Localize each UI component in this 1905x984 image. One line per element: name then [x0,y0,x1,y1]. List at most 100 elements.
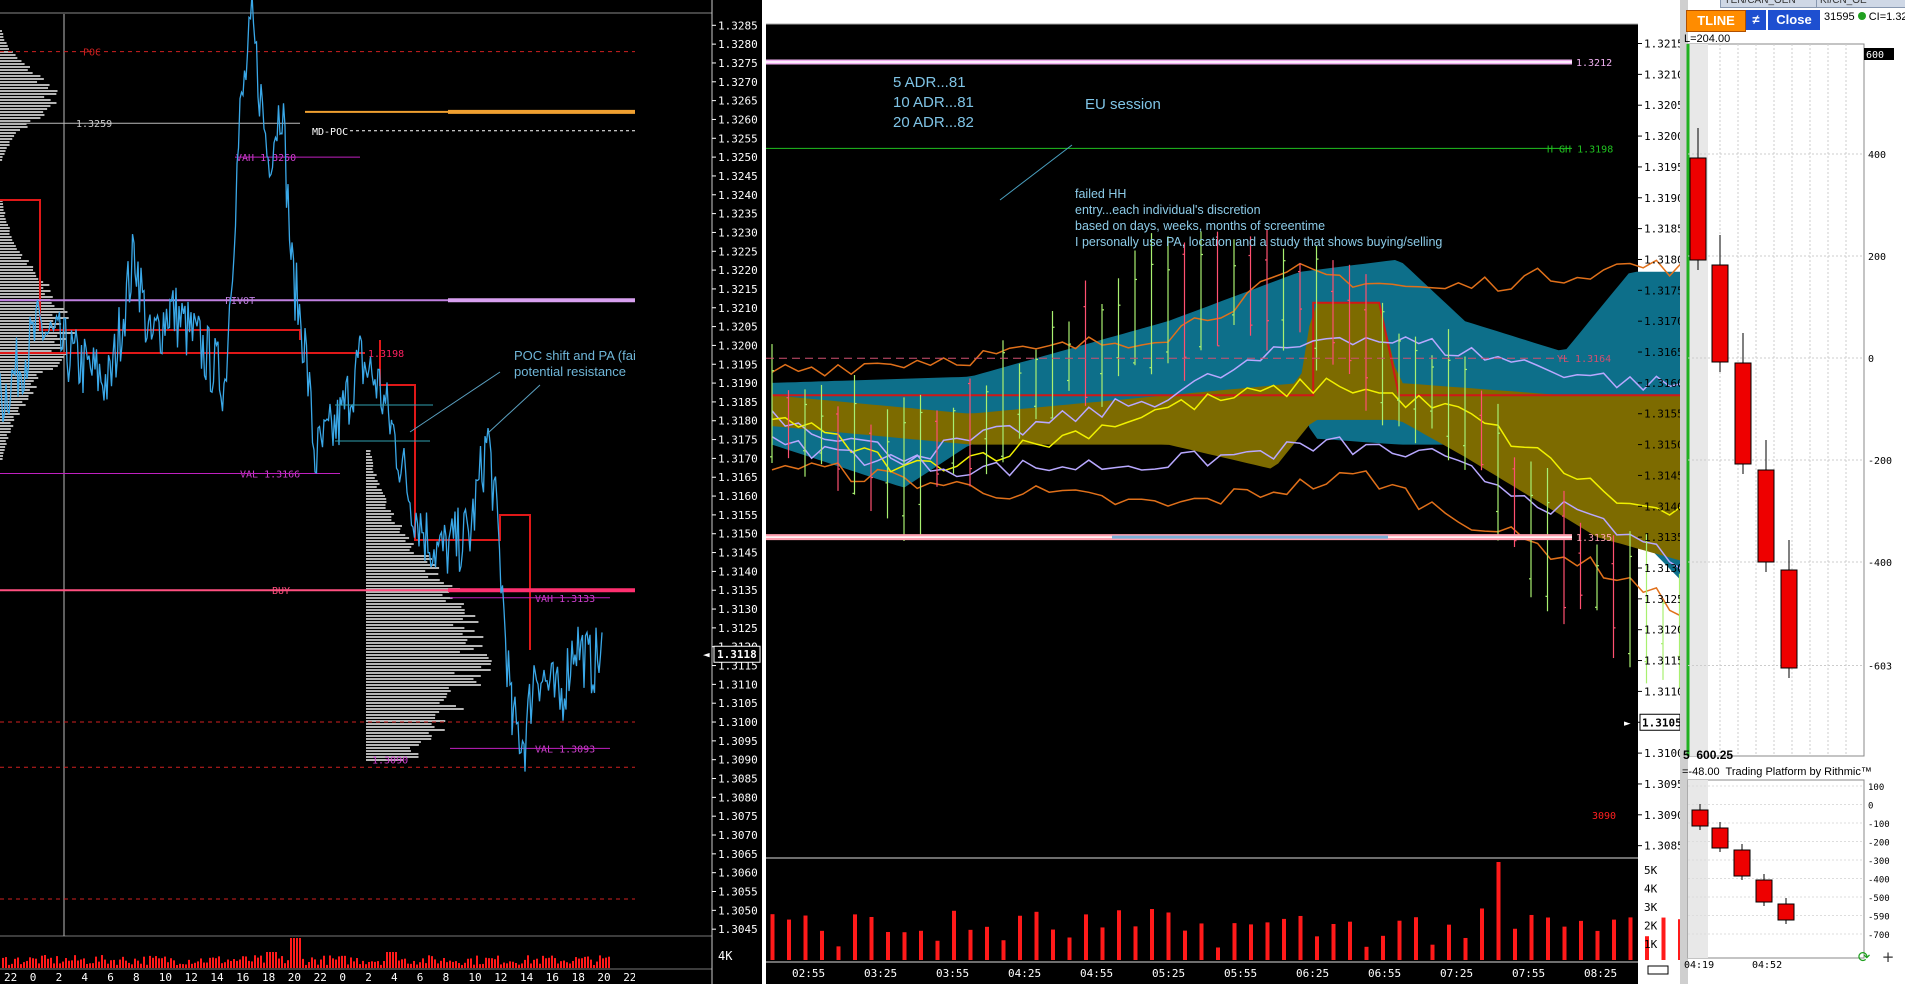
left-last-price-arrow-icon: ◄ [703,648,710,661]
right-bottom-ytick: -590 [1868,913,1890,923]
left-ytick-label: 1.3245 [718,170,758,183]
middle-level-label: 1.3212 [1576,58,1612,69]
middle-xtick-label: 07:55 [1512,967,1545,980]
left-ytick-label: 1.3270 [718,76,758,89]
middle-ytick-label: 1.3175 [1644,284,1680,297]
left-xtick-label: 2 [365,971,372,984]
left-price-axis[interactable]: 1.3285 1.3280 1.3275 1.3270 1.3265 1.3260 1.32… [635,0,762,984]
middle-top-strip [762,0,1638,24]
right-bottom-plot [1687,779,1865,959]
left-xtick-label: 6 [417,971,424,984]
left-volume-scale: 4K [718,949,733,963]
right-bar [1711,264,1729,363]
left-xtick-label: 18 [572,971,585,984]
left-ytick-label: 1.3090 [718,754,758,767]
left-ytick-label: 1.3230 [718,226,758,239]
left-pane-extension [635,0,712,984]
left-ytick-label: 1.3080 [718,791,758,804]
draw-tool-icon[interactable]: ≠ [1746,10,1766,30]
middle-ytick-label: 1.3205 [1644,99,1680,112]
middle-xtick-label: 06:55 [1368,967,1401,980]
right-ytick-label: 400 [1868,150,1886,161]
tab-yen-can[interactable]: YEN/CAN_OEN [1720,0,1817,8]
left-ytick-label: 1.3055 [718,886,758,899]
middle-ytick-label: 1.3185 [1644,223,1680,236]
left-ytick-label: 1.3145 [718,547,758,560]
left-ytick-label: 1.3085 [718,773,758,786]
middle-ytick-label: 1.3210 [1644,68,1680,81]
note-line-1: failed HH [1075,187,1127,201]
left-xtick-label: 10 [468,971,481,984]
middle-ytick-label: 1.3160 [1644,377,1680,390]
left-xtick-label: 4 [81,971,88,984]
left-ytick-label: 1.3155 [718,509,758,522]
middle-volume-tick: 5K [1644,864,1658,877]
left-xtick-label: 20 [288,971,301,984]
left-ytick-label: 1.3125 [718,622,758,635]
left-annotation: POC shift and PA (failed HH)= potential … [514,348,635,380]
right-bottom-ytick: -700 [1868,931,1890,941]
middle-ytick-label: 1.3155 [1644,408,1680,421]
left-xtick-label: 8 [443,971,450,984]
left-ytick-label: 1.3060 [718,867,758,880]
left-profile-label: VAH 1.3133 [535,594,595,605]
middle-xtick-label: 04:55 [1080,967,1113,980]
left-xtick-label: 22 [4,971,17,984]
left-ytick-label: 1.3235 [718,208,758,221]
l-value: L=204.00 [1684,33,1731,45]
middle-ytick-label: 1.3130 [1644,562,1680,575]
price-readout: 31595 CI=1.32 [1824,11,1905,23]
middle-ytick-label: 1.3110 [1644,685,1680,698]
middle-xtick-label: 05:55 [1224,967,1257,980]
left-ytick-label: 1.3130 [718,603,758,616]
middle-ytick-label: 1.3095 [1644,778,1680,791]
right-bottom-bar [1691,809,1709,827]
middle-ytick-label: 1.3190 [1644,192,1680,205]
middle-level-label: H GH 1.3198 [1547,144,1613,155]
middle-ytick-label: 1.3085 [1644,840,1680,853]
left-ytick-label: 1.3140 [718,565,758,578]
left-ytick-label: 1.3215 [718,283,758,296]
left-ytick-label: 1.3200 [718,339,758,352]
right-bottom-ytick: 100 [1868,783,1884,793]
left-xtick-label: 20 [597,971,610,984]
left-ytick-label: 1.3150 [718,528,758,541]
annotation-line-1: POC shift and PA (failed HH)= [514,348,635,363]
annotation-line-2: potential resistance [514,364,627,379]
note-line-3: based on days, weeks, months of screenti… [1075,219,1326,233]
left-ytick-label: 1.3185 [718,396,758,409]
left-xtick-label: 16 [546,971,559,984]
right-bottom-ytick: -500 [1868,894,1890,904]
left-ytick-label: 1.3285 [718,19,758,32]
left-xtick-label: 2 [56,971,63,984]
left-ytick-label: 1.3240 [718,189,758,202]
right-bottom-ytick: -300 [1868,857,1890,867]
refresh-icon[interactable]: ⟳ [1854,947,1874,967]
left-ytick-label: 1.3220 [718,264,758,277]
right-bottom-bar [1777,903,1795,921]
add-icon[interactable]: + [1878,947,1898,967]
left-xtick-label: 4 [391,971,398,984]
tline-button[interactable]: TLINE [1686,10,1746,32]
middle-level-label: 3090 [1592,811,1616,822]
middle-xtick-label: 03:25 [864,967,897,980]
left-xtick-label: 8 [133,971,140,984]
left-ytick-label: 1.3170 [718,452,758,465]
right-bar [1780,569,1798,669]
right-ytick-label: 200 [1868,252,1886,263]
middle-volume-tick: 2K [1644,920,1658,933]
session-label: EU session [1085,96,1161,113]
left-xtick-label: 14 [520,971,534,984]
left-profile-label: VAL 1.3093 [535,744,595,755]
price-value: 31595 [1824,11,1855,23]
left-ytick-label: 1.3075 [718,810,758,823]
middle-ytick-label: 1.3200 [1644,130,1680,143]
close-button[interactable]: Close [1768,10,1820,30]
lower-header: =-48.00 Trading Platform by Rithmic™, Po… [1682,766,1872,778]
tab-kion[interactable]: KI/CN_OE [1816,0,1905,8]
middle-xtick-label: 03:55 [936,967,969,980]
right-ytick-label: -400 [1868,558,1892,569]
note-line-4: I personally use PA, location and a stud… [1075,235,1443,249]
left-ytick-label: 1.3210 [718,302,758,315]
middle-xtick-label: 05:25 [1152,967,1185,980]
